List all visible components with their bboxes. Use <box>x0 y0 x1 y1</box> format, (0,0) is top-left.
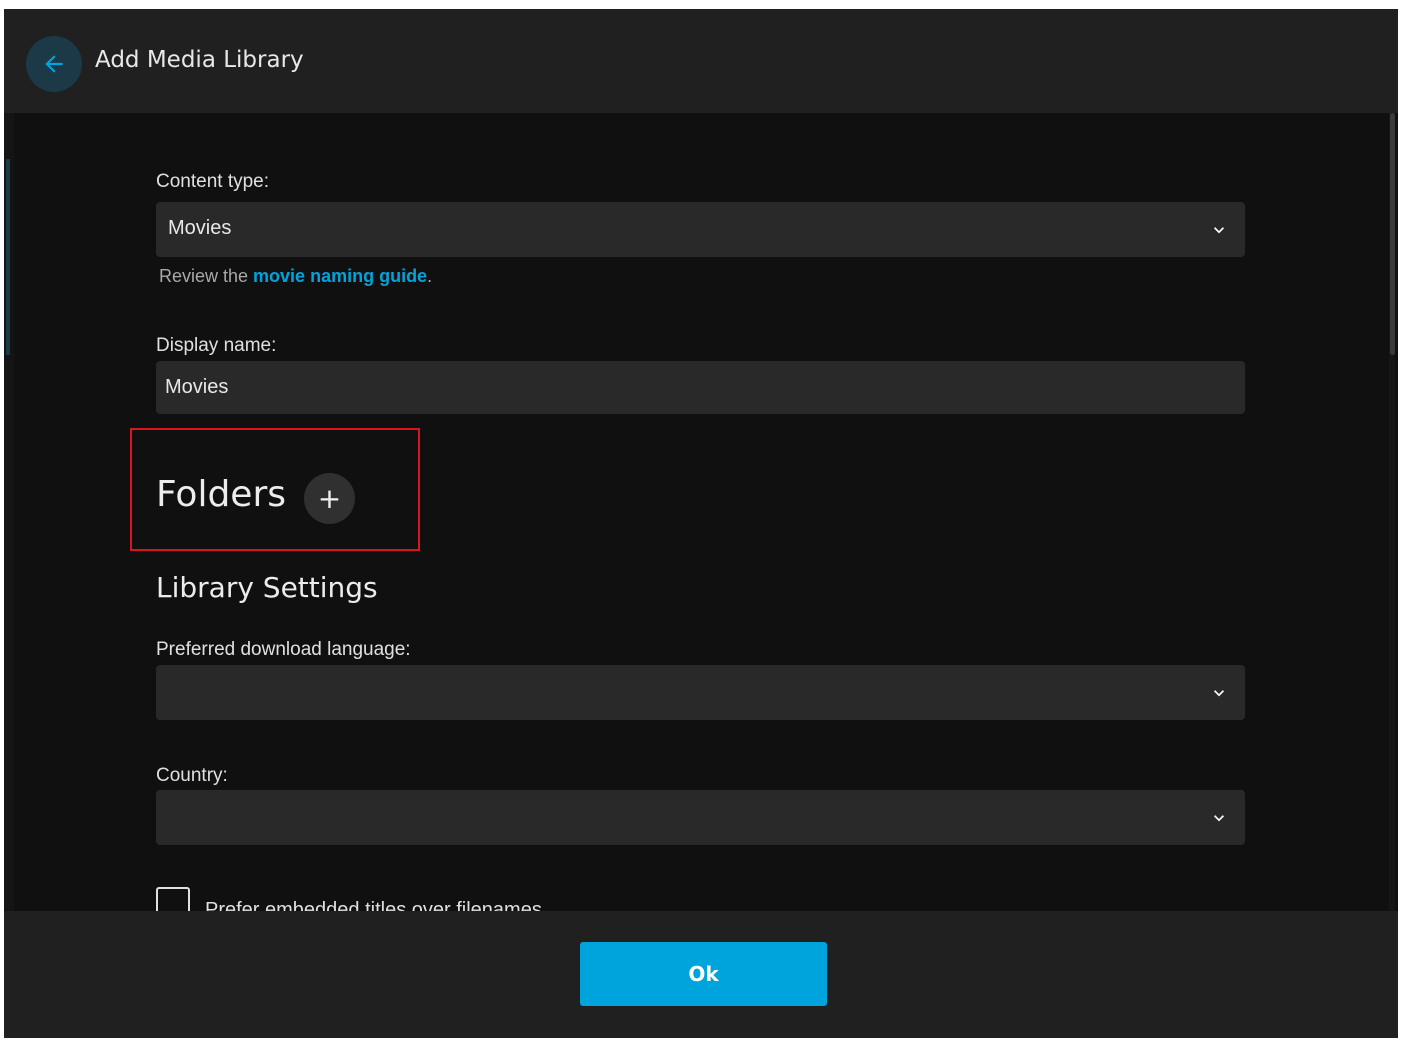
ok-button[interactable]: Ok <box>580 942 827 1006</box>
dialog: Add Media Library Content type: Movies R… <box>4 9 1398 1038</box>
naming-guide-suffix: . <box>427 266 433 286</box>
content-type-select[interactable]: Movies <box>156 202 1245 257</box>
content-type-value: Movies <box>168 217 232 239</box>
dialog-header: Add Media Library <box>4 9 1398 113</box>
plus-icon: + <box>317 482 342 515</box>
scrollbar-thumb[interactable] <box>1390 113 1395 355</box>
chevron-down-icon <box>1214 227 1224 234</box>
display-name-value: Movies <box>165 376 229 398</box>
dialog-footer: Ok <box>4 911 1398 1038</box>
add-folder-button[interactable]: + <box>304 473 355 524</box>
movie-naming-guide-link[interactable]: movie naming guide <box>253 266 427 286</box>
back-button[interactable] <box>26 36 82 92</box>
download-language-select[interactable] <box>156 665 1245 720</box>
display-name-label: Display name: <box>156 335 277 356</box>
dialog-content: Content type: Movies Review the movie na… <box>4 113 1398 921</box>
country-select[interactable] <box>156 790 1245 845</box>
library-settings-heading: Library Settings <box>156 571 378 604</box>
content-type-label: Content type: <box>156 171 270 192</box>
country-label: Country: <box>156 765 228 786</box>
folders-heading: Folders <box>156 474 287 515</box>
dialog-title: Add Media Library <box>95 47 304 73</box>
naming-guide-hint: Review the movie naming guide. <box>159 266 432 287</box>
chevron-down-icon <box>1214 690 1224 697</box>
download-language-label: Preferred download language: <box>156 639 411 660</box>
naming-guide-prefix: Review the <box>159 266 254 286</box>
arrow-left-icon <box>45 55 63 73</box>
display-name-input[interactable]: Movies <box>156 361 1245 414</box>
chevron-down-icon <box>1214 815 1224 822</box>
